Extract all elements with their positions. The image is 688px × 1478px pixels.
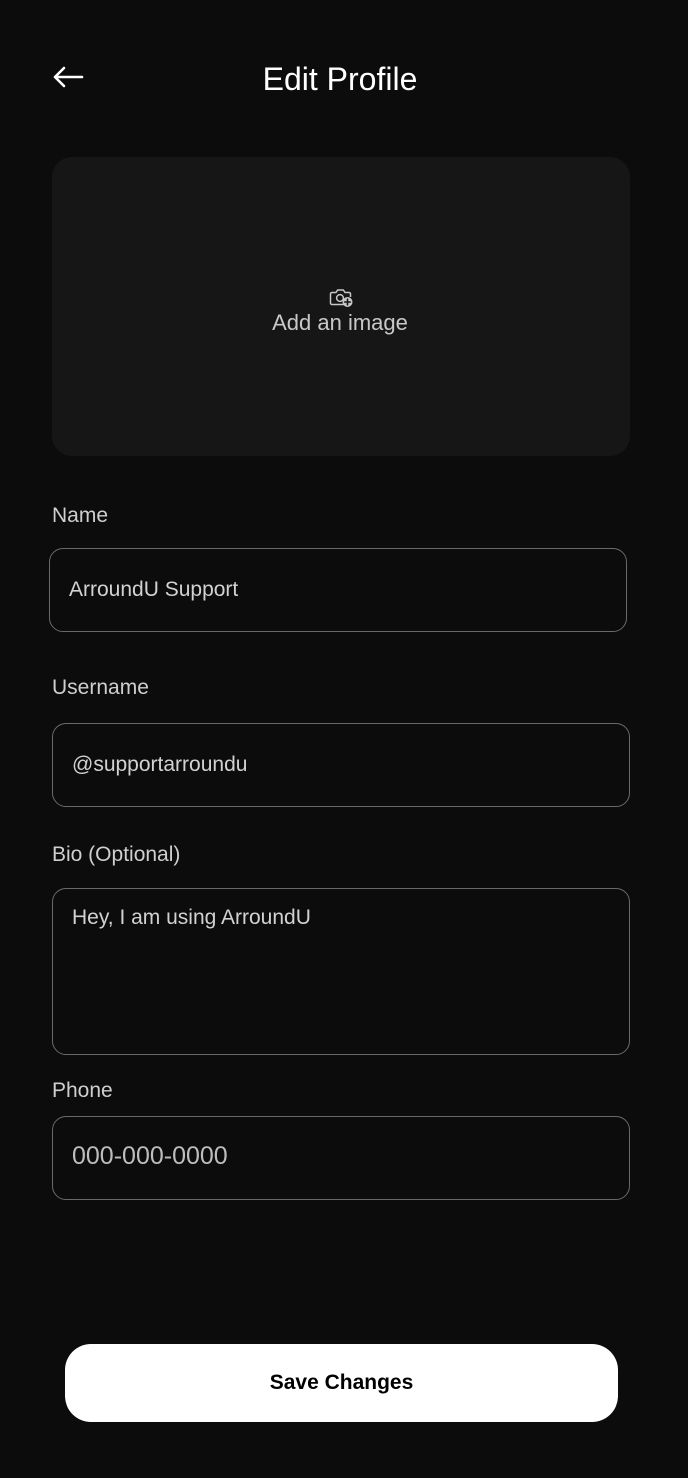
save-changes-button[interactable]: Save Changes (65, 1344, 618, 1422)
phone-label: Phone (52, 1079, 113, 1102)
camera-add-icon (329, 289, 353, 307)
page-title: Edit Profile (262, 61, 418, 97)
add-image-label: Add an image (272, 310, 408, 335)
bio-label: Bio (Optional) (52, 843, 181, 866)
name-label: Name (52, 504, 109, 527)
username-label: Username (52, 676, 149, 699)
username-field[interactable] (52, 723, 630, 807)
add-image-area[interactable]: Add an image (52, 157, 630, 456)
phone-field[interactable] (52, 1116, 630, 1200)
name-field[interactable] (49, 548, 627, 632)
bio-field[interactable]: Hey, I am using ArroundU (52, 888, 630, 1055)
